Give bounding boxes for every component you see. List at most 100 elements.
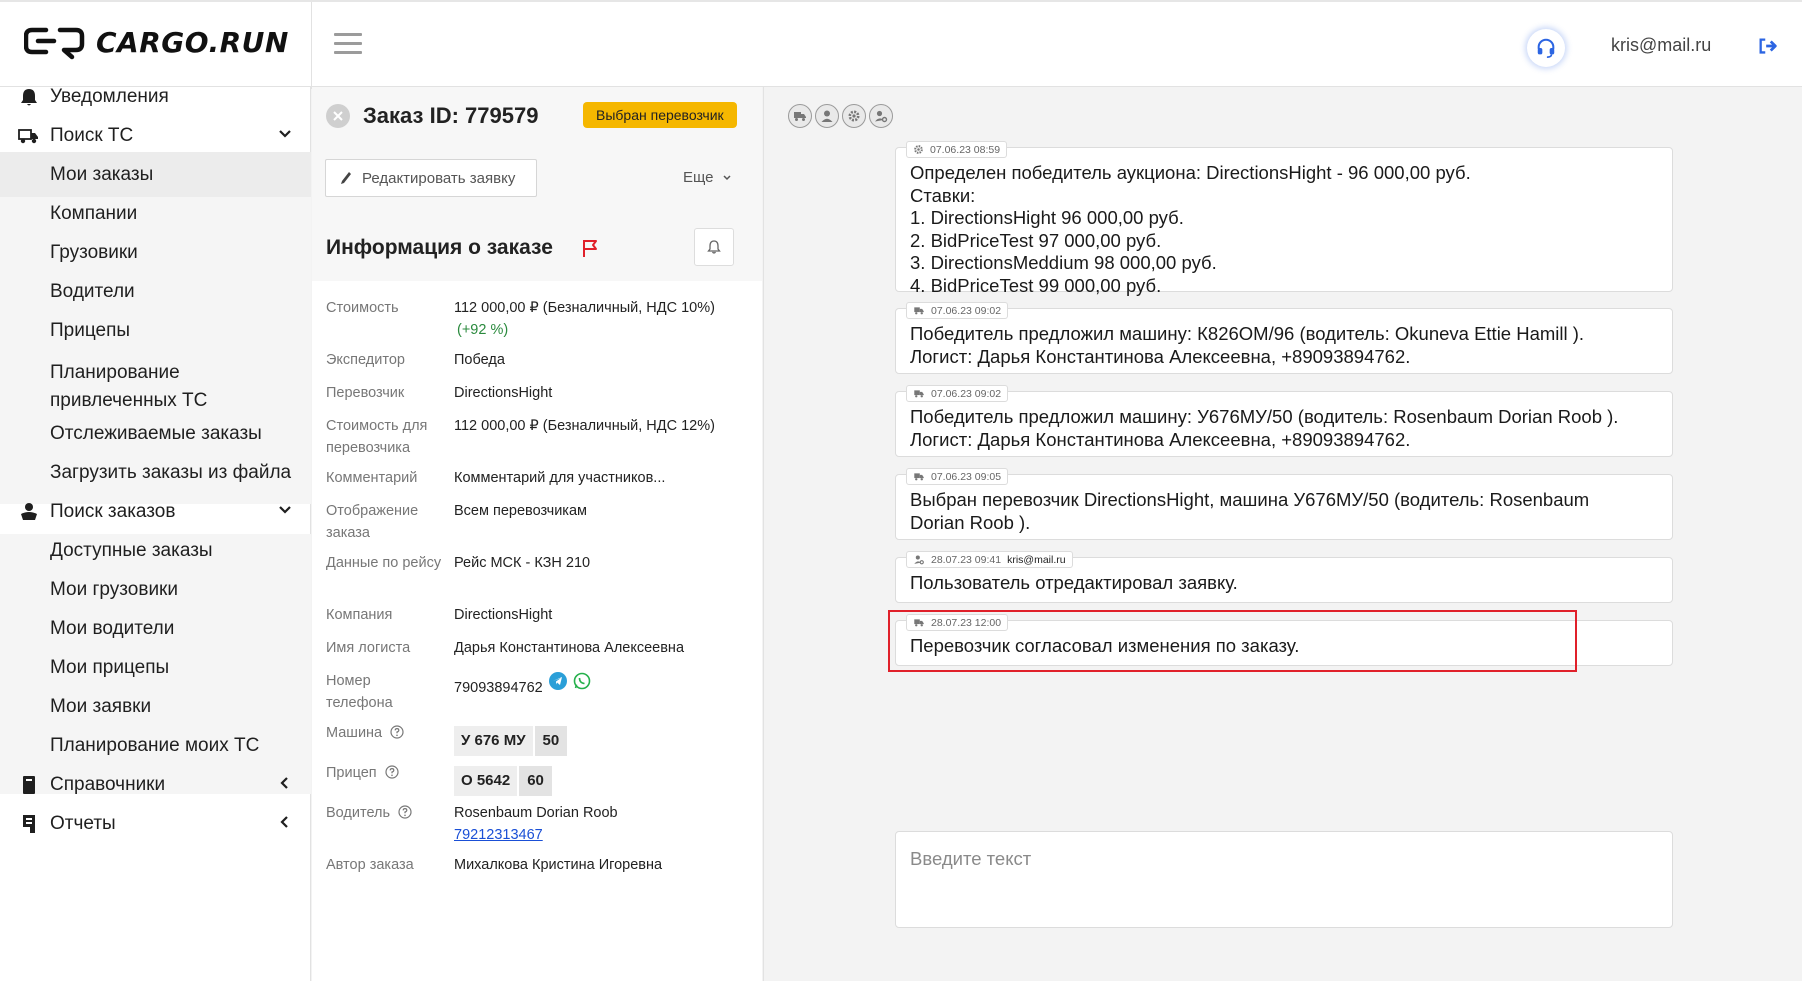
sidebar-item-label: Поиск ТС — [50, 124, 134, 146]
order-info-title: Информация о заказе — [326, 236, 553, 259]
order-header: Заказ ID: 779579 Выбран перевозчик — [312, 87, 762, 144]
sidebar-item-label: Компании — [50, 202, 138, 224]
message-time: 28.07.23 09:41 — [931, 553, 1002, 566]
message-meta: 07.06.23 09:05 — [906, 468, 1009, 485]
support-headset-button[interactable] — [1527, 29, 1565, 67]
filter-truck-button[interactable] — [788, 104, 812, 128]
truck-label: Машина — [326, 725, 383, 741]
order-title: Заказ ID: 779579 — [363, 103, 539, 128]
field-value: DirectionsHight — [454, 607, 553, 623]
order-feed: 07.06.23 08:59 Определен победитель аукц… — [763, 87, 1802, 981]
field-value: DirectionsHight — [454, 385, 553, 401]
help-icon[interactable] — [385, 765, 399, 779]
order-actions: Редактировать заявку Еще — [312, 144, 762, 214]
whatsapp-icon[interactable] — [573, 672, 591, 690]
field-value: Всем перевозчикам — [454, 503, 587, 519]
message-text: Победитель предложил машину: К826ОМ/96 (… — [910, 323, 1585, 367]
message-text: Определен победитель аукциона: Direction… — [910, 162, 1471, 296]
field-label: Автор заказа — [326, 857, 414, 873]
telegram-icon[interactable] — [548, 672, 567, 690]
phone-value: 79093894762 — [454, 680, 543, 696]
gear-icon — [848, 110, 860, 122]
sidebar-item-label: Мои водители — [50, 617, 175, 639]
bell-icon — [21, 89, 37, 106]
menu-toggle-icon[interactable] — [334, 33, 362, 57]
field-label: Данные по рейсу — [326, 555, 442, 571]
field-label: Машина — [326, 722, 444, 744]
field-value: Дарья Константинова Алексеевна — [454, 640, 685, 656]
message-time: 07.06.23 09:02 — [931, 387, 1002, 400]
message-input[interactable] — [910, 848, 1650, 870]
field-value: 112 000,00 ₽ (Безналичный, НДС 12%) — [454, 418, 715, 434]
chevron-left-icon — [280, 816, 288, 828]
logo-mark-icon — [24, 27, 85, 60]
logo-text: CARGO.RUN — [96, 25, 289, 59]
field-value: Победа — [454, 352, 505, 368]
message-time: 07.06.23 09:02 — [931, 304, 1002, 317]
field-value: У 676 МУ 50 — [454, 722, 754, 756]
sidebar-item-label: Загрузить заказы из файла — [50, 461, 292, 483]
user-gear-icon — [875, 110, 888, 123]
feed-message: 07.06.23 09:02 Победитель предложил маши… — [895, 302, 1673, 374]
highlight-frame — [888, 610, 1577, 672]
headset-icon — [1537, 38, 1555, 58]
field-label: Компания — [326, 607, 393, 623]
filter-user-button[interactable] — [815, 104, 839, 128]
message-composer — [895, 831, 1673, 928]
book-icon — [23, 776, 35, 794]
truck-search-icon — [18, 129, 38, 144]
more-dropdown[interactable]: Еще — [683, 169, 732, 186]
driver-phone-link[interactable]: 79212313467 — [454, 824, 754, 846]
edit-order-button[interactable]: Редактировать заявку — [325, 159, 537, 197]
sidebar-item-label: Отслеживаемые заказы — [50, 422, 262, 444]
more-label: Еще — [683, 169, 714, 186]
sidebar-item-label: Отчеты — [50, 812, 116, 834]
trailer-plate: О 5642 60 — [454, 766, 552, 796]
trailer-plate-number: О 5642 — [454, 766, 518, 796]
field-value: О 5642 60 — [454, 762, 754, 796]
driver-label: Водитель — [326, 805, 391, 821]
filter-user-settings-button[interactable] — [869, 104, 893, 128]
field-label: Отображение заказа — [326, 503, 419, 541]
order-panel: Заказ ID: 779579 Выбран перевозчик Редак… — [312, 87, 762, 981]
sidebar-item-label: Прицепы — [50, 319, 131, 341]
truck-icon — [794, 112, 806, 121]
truck-icon — [914, 307, 924, 315]
order-info-body: Стоимость 112 000,00 ₽ (Безналичный, НДС… — [312, 281, 762, 981]
message-text: Пользователь отредактировал заявку. — [910, 572, 1238, 593]
truck-icon — [914, 473, 924, 481]
field-label: Имя логиста — [326, 640, 411, 656]
field-value: 79093894762 — [454, 672, 754, 699]
report-icon — [23, 815, 35, 833]
message-author: kris@mail.ru — [1007, 553, 1066, 566]
truck-plate-region: 50 — [534, 726, 568, 756]
sidebar-item-label: Мои заявки — [50, 695, 152, 717]
sidebar-item-label: Планирование привлеченных ТС — [50, 362, 208, 411]
help-icon[interactable] — [398, 805, 412, 819]
close-order-button[interactable] — [326, 104, 350, 128]
pencil-icon — [341, 172, 351, 184]
logo[interactable]: CARGO.RUN — [24, 24, 289, 60]
cost-delta: (+92 %) — [457, 322, 509, 338]
chevron-down-icon — [723, 174, 731, 180]
field-label: Водитель — [326, 802, 444, 824]
message-meta: 07.06.23 09:02 — [906, 385, 1009, 402]
message-text: Выбран перевозчик DirectionsHight, машин… — [910, 489, 1590, 533]
sidebar-item-label: Грузовики — [50, 241, 138, 263]
sidebar-item-reports[interactable]: Отчеты — [0, 801, 311, 846]
flag-icon[interactable] — [580, 238, 600, 258]
sidebar-item-label: Водители — [50, 280, 135, 302]
topbar-divider — [311, 2, 312, 89]
field-value: Rosenbaum Dorian Roob 79212313467 — [454, 802, 754, 846]
field-label: Экспедитор — [326, 352, 405, 368]
help-icon[interactable] — [390, 725, 404, 739]
sidebar-item-trailers[interactable]: Прицепы — [0, 308, 311, 353]
sidebar-item-label: Справочники — [50, 773, 166, 795]
message-meta: 07.06.23 08:59 — [906, 141, 1008, 158]
subscribe-bell-button[interactable] — [694, 228, 734, 266]
filter-system-button[interactable] — [842, 104, 866, 128]
bell-icon — [707, 240, 721, 254]
logout-icon[interactable] — [1757, 35, 1779, 57]
truck-plate-number: У 676 МУ — [454, 726, 533, 756]
user-email[interactable]: kris@mail.ru — [1611, 35, 1711, 56]
